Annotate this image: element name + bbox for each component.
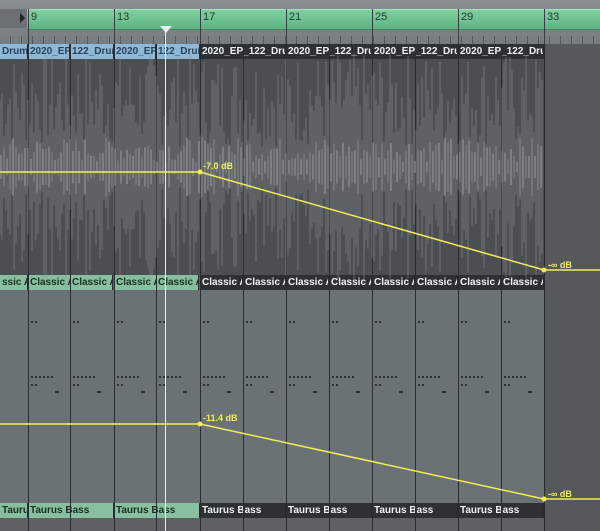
drum-volume-start-label: -7.0 dB — [203, 161, 234, 171]
keys-volume-start-label: -11.4 dB — [203, 413, 238, 423]
keys-automation-point — [541, 496, 547, 502]
drum-automation-point — [197, 169, 203, 175]
playhead[interactable] — [165, 28, 166, 531]
drum-volume-end-label: -∞ dB — [548, 260, 572, 270]
drum-automation-point — [541, 267, 547, 273]
keys-volume-automation — [0, 423, 600, 500]
playhead-marker-icon[interactable] — [160, 26, 172, 33]
keys-automation-point — [197, 421, 203, 427]
automation-overlay — [0, 52, 600, 502]
keys-volume-end-label: -∞ dB — [548, 489, 572, 499]
